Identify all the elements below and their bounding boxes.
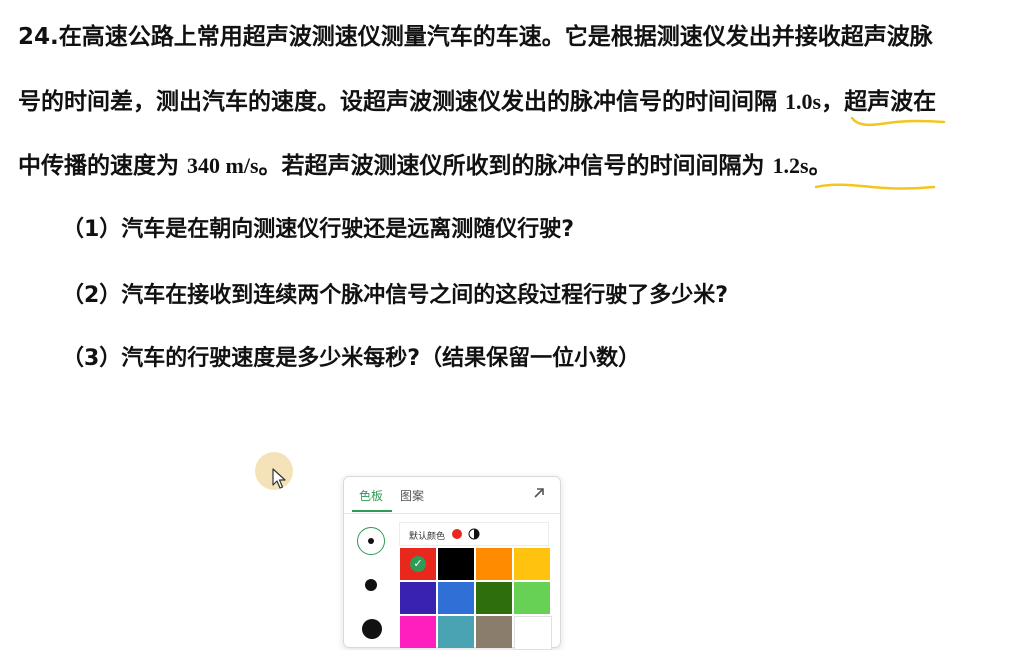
- sub-question-3: （3）汽车的行驶速度是多少米每秒?（结果保留一位小数）: [62, 346, 641, 371]
- color-swatch[interactable]: [400, 582, 436, 614]
- question-line-3-text-b: 。若超声波测速仪所收到的脉冲信号的时间间隔为: [258, 153, 773, 179]
- color-swatch[interactable]: [476, 582, 512, 614]
- default-red-dot[interactable]: [452, 529, 462, 539]
- time-interval-received: 1.2s: [772, 153, 809, 178]
- color-swatch[interactable]: ✓: [400, 548, 436, 580]
- color-panel-tabs: 色板 图案: [344, 477, 560, 514]
- color-swatch[interactable]: [476, 616, 512, 648]
- default-color-label: 默认颜色: [409, 532, 446, 542]
- color-swatch[interactable]: [514, 582, 550, 614]
- sub-question-2: （2）汽车在接收到连续两个脉冲信号之间的这段过程行驶了多少米?: [62, 283, 729, 308]
- mouse-pointer-icon: [272, 468, 286, 489]
- annotation-underline-1: [850, 116, 946, 127]
- color-swatch[interactable]: [438, 616, 474, 648]
- default-color-row[interactable]: 默认颜色: [399, 522, 549, 546]
- active-tab-indicator: [352, 510, 392, 512]
- annotation-underline-2: [814, 183, 936, 190]
- color-swatch[interactable]: [514, 616, 552, 650]
- question-line-3-text-a: 中传播的速度为: [18, 153, 188, 179]
- arrow-up-right-icon[interactable]: [532, 486, 546, 500]
- selected-check-icon: ✓: [410, 556, 426, 572]
- tab-palette[interactable]: 色板: [359, 487, 383, 504]
- color-swatch[interactable]: [438, 548, 474, 580]
- question-line-3: 中传播的速度为 340 m/s。若超声波测速仪所收到的脉冲信号的时间间隔为 1.…: [18, 151, 832, 181]
- brush-size-medium[interactable]: [365, 579, 377, 591]
- color-swatch[interactable]: [514, 548, 550, 580]
- question-line-1: 24.在高速公路上常用超声波测速仪测量汽车的车速。它是根据测速仪发出并接收超声波…: [18, 24, 933, 50]
- tab-pattern[interactable]: 图案: [400, 487, 424, 504]
- sub-question-1: （1）汽车是在朝向测速仪行驶还是远离测随仪行驶?: [62, 217, 575, 242]
- default-black-half-dot[interactable]: [468, 528, 480, 540]
- color-swatch[interactable]: [476, 548, 512, 580]
- brush-size-large[interactable]: [362, 619, 382, 639]
- brush-size-small[interactable]: [368, 538, 374, 544]
- color-swatch[interactable]: [400, 616, 436, 648]
- question-line-2-text-a: 号的时间差，测出汽车的速度。设超声波测速仪发出的脉冲信号的时间间隔: [18, 89, 786, 115]
- color-picker-panel: 色板 图案 默认颜色 ✓: [343, 476, 561, 650]
- color-swatch[interactable]: [438, 582, 474, 614]
- time-interval-sent: 1.0s: [785, 89, 822, 114]
- sound-speed: 340 m/s: [187, 153, 259, 178]
- question-line-2: 号的时间差，测出汽车的速度。设超声波测速仪发出的脉冲信号的时间间隔 1.0s，超…: [18, 87, 936, 117]
